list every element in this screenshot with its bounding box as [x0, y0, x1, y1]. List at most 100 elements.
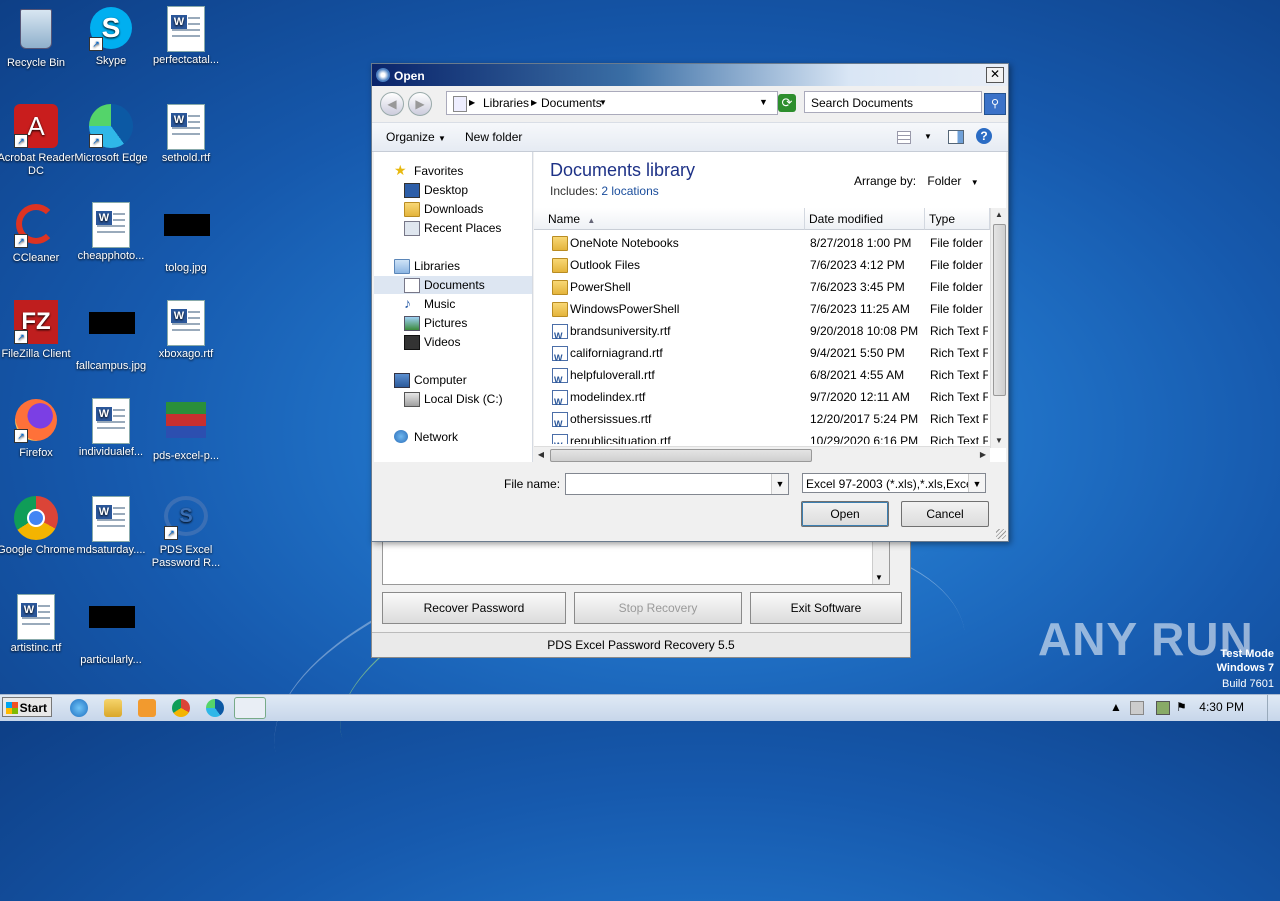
file-list-row[interactable]: Outlook Files 7/6/2023 4:12 PM File folder — [534, 254, 990, 276]
pds-log-scrollbar[interactable]: ▼ — [872, 542, 889, 584]
help-icon[interactable]: ? — [976, 128, 992, 144]
scroll-up-icon[interactable]: ▲ — [992, 208, 1006, 222]
breadcrumb-libraries[interactable]: Libraries — [483, 96, 529, 110]
address-bar[interactable]: ▶ Libraries ▶ Documents ▼ ▼ — [446, 91, 778, 115]
desktop-icon-filezilla[interactable]: FZ ↗ FileZilla Client — [0, 300, 76, 361]
scroll-right-icon[interactable]: ▶ — [976, 448, 990, 462]
file-name-input[interactable]: ▼ — [565, 473, 789, 495]
file-list-row[interactable]: brandsuniversity.rtf 9/20/2018 10:08 PM Ri… — [534, 320, 990, 347]
file-list-row[interactable]: PowerShell 7/6/2023 3:45 PM File folder — [534, 276, 990, 298]
column-header-date[interactable]: Date modified — [805, 208, 925, 230]
view-options-icon[interactable] — [897, 131, 911, 144]
image-thumbnail-icon — [89, 312, 135, 356]
address-dropdown-icon[interactable]: ▼ — [759, 97, 768, 107]
nav-recent-places[interactable]: Recent Places — [374, 219, 532, 237]
recover-password-button[interactable]: Recover Password — [382, 592, 566, 624]
desktop-icon-fallcampus[interactable]: fallcampus.jpg — [71, 300, 151, 373]
desktop-icon-perfectcatal[interactable]: W perfectcatal... — [146, 6, 226, 67]
nav-music[interactable]: ♪ Music — [374, 295, 532, 313]
file-explorer-icon[interactable] — [104, 699, 122, 717]
start-button[interactable]: Start — [2, 697, 52, 717]
file-list-row[interactable]: OneNote Notebooks 8/27/2018 1:00 PM File f… — [534, 232, 990, 254]
nav-libraries[interactable]: Libraries — [374, 257, 532, 275]
arrange-by-dropdown[interactable]: Folder — [927, 174, 961, 188]
back-button[interactable]: ◀ — [380, 92, 404, 116]
desktop-icon-ccleaner[interactable]: ↗ CCleaner — [0, 202, 76, 265]
file-list-row[interactable]: republicsituation.rtf 10/29/2020 6:16 PM R… — [534, 430, 990, 444]
show-desktop-button[interactable] — [1267, 695, 1280, 721]
scroll-down-icon[interactable]: ▼ — [992, 434, 1006, 448]
nav-computer[interactable]: Computer — [374, 371, 532, 389]
open-button[interactable]: Open — [801, 501, 889, 527]
nav-videos[interactable]: Videos — [374, 333, 532, 351]
desktop-icon-tolog[interactable]: tolog.jpg — [146, 202, 226, 275]
nav-desktop[interactable]: Desktop — [374, 181, 532, 199]
breadcrumb-chevron-icon: ▼ — [599, 98, 607, 107]
desktop-icon-pds-excel-password[interactable]: S ↗ PDS Excel Password R... — [146, 496, 226, 570]
search-input[interactable]: Search Documents — [804, 91, 982, 113]
refresh-button[interactable]: ⟳ — [778, 94, 796, 112]
file-list-row[interactable]: modelindex.rtf 9/7/2020 12:11 AM Rich Text… — [534, 386, 990, 413]
vertical-scrollbar[interactable]: ▲ ▼ — [990, 208, 1007, 448]
search-button[interactable]: ⚲ — [984, 93, 1006, 115]
desktop-icon-xboxago[interactable]: W xboxago.rtf — [146, 300, 226, 361]
file-type-filter[interactable]: Excel 97-2003 (*.xls),*.xls,Excel 2 ▼ — [802, 473, 986, 493]
new-folder-button[interactable]: New folder — [465, 130, 522, 144]
file-list-row[interactable]: othersissues.rtf 12/20/2017 5:24 PM Rich T… — [534, 408, 990, 435]
edge-taskbar-icon[interactable] — [206, 699, 224, 717]
breadcrumb-documents[interactable]: Documents — [541, 96, 602, 110]
desktop-icon-acrobat[interactable]: A ↗ Acrobat Reader DC — [0, 104, 76, 178]
desktop-icon-chrome[interactable]: Google Chrome — [0, 496, 76, 557]
filter-dropdown-icon[interactable]: ▼ — [968, 474, 985, 492]
desktop-icon-firefox[interactable]: ↗ Firefox — [0, 398, 76, 460]
file-name-dropdown-icon[interactable]: ▼ — [771, 474, 788, 494]
pds-taskbar-button[interactable] — [234, 697, 266, 719]
desktop-icon-particularly[interactable]: particularly... — [71, 594, 151, 667]
cancel-button[interactable]: Cancel — [901, 501, 989, 527]
nav-local-disk[interactable]: Local Disk (C:) — [374, 390, 532, 408]
desktop-icon-skype[interactable]: S ↗ Skype — [71, 6, 151, 68]
exit-software-button[interactable]: Exit Software — [750, 592, 902, 624]
resize-grip-icon[interactable] — [996, 529, 1006, 539]
network-tray-icon[interactable] — [1156, 701, 1170, 715]
nav-favorites[interactable]: ★ Favorites — [374, 162, 532, 180]
preview-pane-icon[interactable] — [948, 130, 964, 144]
close-button[interactable]: ✕ — [986, 67, 1004, 83]
chrome-taskbar-icon[interactable] — [172, 699, 190, 717]
file-list-row[interactable]: WindowsPowerShell 7/6/2023 11:25 AM File f… — [534, 298, 990, 320]
taskbar-clock[interactable]: 4:30 PM — [1199, 700, 1244, 714]
nav-network[interactable]: Network — [374, 428, 532, 446]
desktop-icon-mdsaturday[interactable]: W mdsaturday.... — [71, 496, 151, 557]
pds-log-textarea[interactable]: ▼ — [382, 541, 890, 585]
library-locations-link[interactable]: 2 locations — [601, 184, 658, 198]
horizontal-scroll-thumb[interactable] — [550, 449, 812, 462]
view-dropdown-icon[interactable]: ▼ — [924, 132, 932, 141]
downloads-folder-icon — [404, 202, 420, 217]
nav-downloads[interactable]: Downloads — [374, 200, 532, 218]
flag-tray-icon[interactable]: ⚑ — [1176, 700, 1187, 714]
desktop-icon-cheapphoto[interactable]: W cheapphoto... — [71, 202, 151, 263]
desktop-icon-recycle-bin[interactable]: Recycle Bin — [0, 6, 76, 70]
nav-documents[interactable]: Documents — [374, 276, 532, 294]
desktop-icon-sethold[interactable]: W sethold.rtf — [146, 104, 226, 165]
desktop-icon-pds-excel-p[interactable]: pds-excel-p... — [146, 398, 226, 463]
nav-pictures[interactable]: Pictures — [374, 314, 532, 332]
desktop-icon-individualef[interactable]: W individualef... — [71, 398, 151, 459]
file-list-row[interactable]: helpfuloverall.rtf 6/8/2021 4:55 AM Rich T… — [534, 364, 990, 391]
show-hidden-icons[interactable]: ▲ — [1110, 700, 1122, 714]
organize-menu[interactable]: Organize ▼ — [386, 130, 446, 144]
media-player-icon[interactable] — [138, 699, 156, 717]
internet-explorer-icon[interactable] — [70, 699, 88, 717]
scroll-left-icon[interactable]: ◀ — [534, 448, 548, 462]
desktop-icon-artistinc[interactable]: W artistinc.rtf — [0, 594, 76, 655]
horizontal-scrollbar[interactable]: ◀ ▶ — [534, 446, 990, 463]
desktop-icon-edge[interactable]: ↗ Microsoft Edge — [71, 104, 151, 165]
tray-app-icon[interactable] — [1130, 701, 1144, 715]
column-header-type[interactable]: Type — [925, 208, 990, 230]
forward-button[interactable]: ▶ — [408, 92, 432, 116]
stop-recovery-button[interactable]: Stop Recovery — [574, 592, 742, 624]
vertical-scroll-thumb[interactable] — [993, 224, 1006, 396]
column-header-name[interactable]: Name ▲ — [534, 208, 805, 230]
dialog-titlebar[interactable]: Open ✕ — [372, 64, 1008, 86]
file-list-row[interactable]: californiagrand.rtf 9/4/2021 5:50 PM Rich … — [534, 342, 990, 369]
